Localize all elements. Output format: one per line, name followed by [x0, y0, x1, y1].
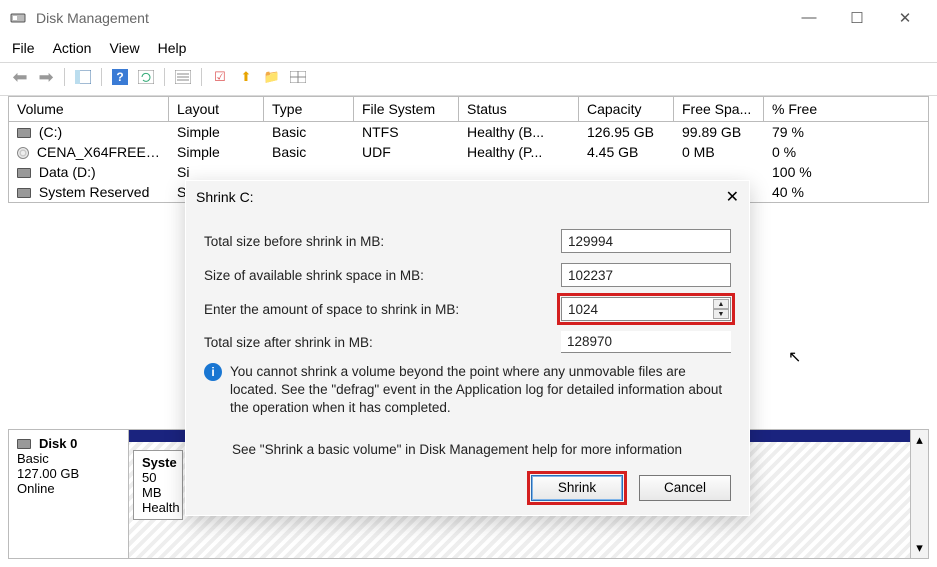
- scroll-down-icon[interactable]: ▾: [916, 540, 923, 556]
- check-icon[interactable]: ☑: [210, 67, 230, 87]
- panel-icon[interactable]: [73, 67, 93, 87]
- dialog-close-icon[interactable]: ✕: [726, 187, 739, 207]
- help-icon[interactable]: ?: [110, 67, 130, 87]
- menubar: File Action View Help: [0, 36, 937, 63]
- drive-icon: [17, 188, 31, 198]
- menu-help[interactable]: Help: [158, 40, 187, 56]
- table-row[interactable]: CENA_X64FREE_E...SimpleBasicUDFHealthy (…: [9, 142, 928, 162]
- shrink-amount-label: Enter the amount of space to shrink in M…: [204, 302, 561, 317]
- shrink-amount-input[interactable]: 1024 ▲ ▼: [561, 297, 731, 321]
- total-before-field: 129994: [561, 229, 731, 253]
- total-after-field: 128970: [561, 331, 731, 353]
- col-freespace[interactable]: Free Spa...: [674, 97, 764, 121]
- col-filesystem[interactable]: File System: [354, 97, 459, 121]
- disk-type: Basic: [17, 451, 120, 466]
- dialog-title: Shrink C:: [196, 189, 254, 205]
- close-button[interactable]: ✕: [887, 9, 923, 27]
- svg-text:?: ?: [116, 70, 123, 84]
- toolbar: ⬅ ➡ ? ☑ ⬆ 📁: [0, 63, 937, 96]
- disk-info[interactable]: Disk 0 Basic 127.00 GB Online: [9, 430, 129, 558]
- info-text: You cannot shrink a volume beyond the po…: [230, 363, 731, 418]
- scroll-up-icon[interactable]: ▴: [916, 432, 923, 448]
- menu-action[interactable]: Action: [53, 40, 92, 56]
- minimize-button[interactable]: —: [791, 9, 827, 27]
- app-icon: [8, 8, 28, 28]
- window-titlebar: Disk Management — ☐ ✕: [0, 0, 937, 36]
- total-before-label: Total size before shrink in MB:: [204, 234, 561, 249]
- shrink-button[interactable]: Shrink: [531, 475, 623, 501]
- info-icon: i: [204, 363, 222, 381]
- disk-state: Online: [17, 481, 120, 496]
- partition-size: 50 MB: [142, 470, 162, 500]
- table-row[interactable]: (C:)SimpleBasicNTFSHealthy (B...126.95 G…: [9, 122, 928, 142]
- spin-down-icon[interactable]: ▼: [713, 309, 729, 319]
- disk-name: Disk 0: [39, 436, 77, 451]
- mouse-cursor: ↖: [788, 347, 801, 367]
- menu-file[interactable]: File: [12, 40, 35, 56]
- partition[interactable]: Syste 50 MB Health: [133, 450, 183, 520]
- back-icon[interactable]: ⬅: [10, 67, 30, 87]
- disk-size: 127.00 GB: [17, 466, 120, 481]
- col-type[interactable]: Type: [264, 97, 354, 121]
- folder-icon[interactable]: 📁: [262, 67, 282, 87]
- drive-icon: [17, 147, 29, 159]
- total-after-label: Total size after shrink in MB:: [204, 335, 561, 350]
- col-pctfree[interactable]: % Free: [764, 97, 874, 121]
- drive-icon: [17, 168, 31, 178]
- col-status[interactable]: Status: [459, 97, 579, 121]
- cancel-button[interactable]: Cancel: [639, 475, 731, 501]
- menu-view[interactable]: View: [109, 40, 139, 56]
- drive-icon: [17, 128, 31, 138]
- shrink-dialog: Shrink C: ✕ Total size before shrink in …: [185, 180, 750, 516]
- col-volume[interactable]: Volume: [9, 97, 169, 121]
- column-headers[interactable]: Volume Layout Type File System Status Ca…: [9, 97, 928, 122]
- col-capacity[interactable]: Capacity: [579, 97, 674, 121]
- spin-up-icon[interactable]: ▲: [713, 299, 729, 309]
- scrollbar[interactable]: ▴ ▾: [910, 430, 928, 558]
- grid-icon[interactable]: [288, 67, 308, 87]
- partition-status: Health: [142, 500, 180, 515]
- list-icon[interactable]: [173, 67, 193, 87]
- maximize-button[interactable]: ☐: [839, 9, 875, 27]
- available-field: 102237: [561, 263, 731, 287]
- available-label: Size of available shrink space in MB:: [204, 268, 561, 283]
- col-layout[interactable]: Layout: [169, 97, 264, 121]
- table-row[interactable]: Data (D:)Si100 %: [9, 162, 928, 182]
- refresh-icon[interactable]: [136, 67, 156, 87]
- forward-icon[interactable]: ➡: [36, 67, 56, 87]
- help-text: See "Shrink a basic volume" in Disk Mana…: [232, 442, 731, 457]
- window-title: Disk Management: [36, 10, 783, 26]
- up-icon[interactable]: ⬆: [236, 67, 256, 87]
- partition-name: Syste: [142, 455, 177, 470]
